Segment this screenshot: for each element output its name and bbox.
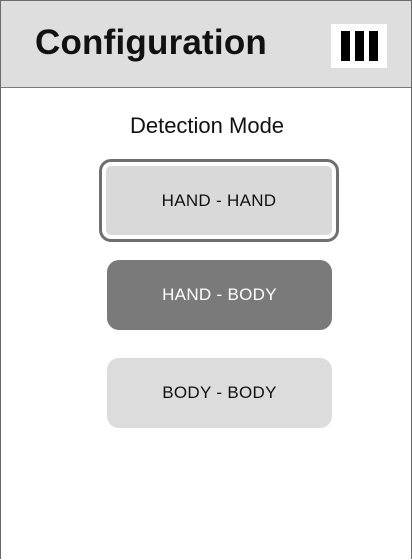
menu-bar-2 (355, 31, 364, 61)
menu-button[interactable] (331, 24, 387, 68)
configuration-screen: Configuration Detection Mode HAND - HAND… (0, 0, 412, 559)
body-body-button[interactable]: BODY - BODY (107, 358, 332, 428)
header-bar: Configuration (1, 1, 411, 88)
page-title: Configuration (35, 23, 267, 62)
hand-hand-button[interactable]: HAND - HAND (99, 159, 339, 242)
detection-mode-label: Detection Mode (129, 113, 285, 138)
menu-bar-3 (369, 31, 378, 61)
menu-bar-1 (341, 31, 350, 61)
hand-body-button[interactable]: HAND - BODY (107, 260, 332, 330)
